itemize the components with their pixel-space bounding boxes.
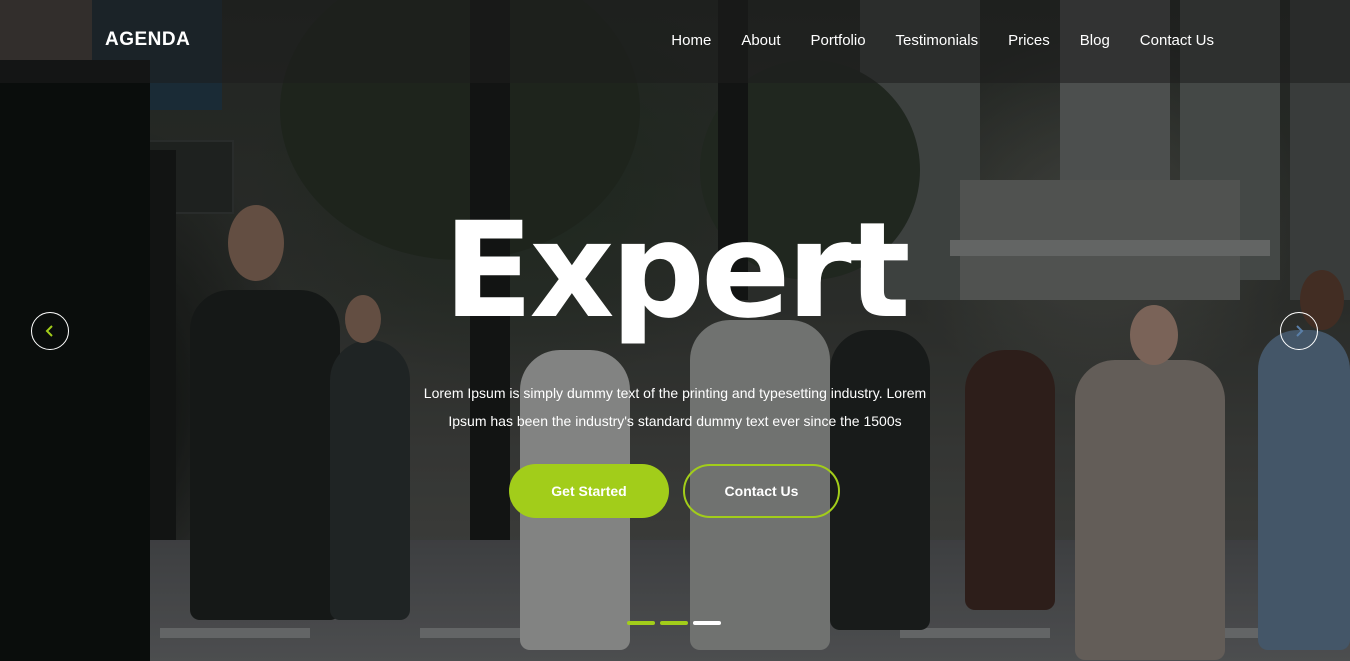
- chevron-left-icon: [45, 325, 53, 337]
- nav-item: Testimonials: [896, 32, 979, 50]
- brand-logo[interactable]: AGENDA: [105, 29, 190, 51]
- nav-link-portfolio[interactable]: Portfolio: [811, 32, 866, 49]
- nav-link-contact-us[interactable]: Contact Us: [1140, 32, 1214, 49]
- nav-link-about[interactable]: About: [741, 32, 780, 49]
- hero-headline: Expert: [443, 194, 911, 348]
- nav-link-home[interactable]: Home: [671, 32, 711, 49]
- get-started-button[interactable]: Get Started: [509, 464, 669, 518]
- hero-slider: AGENDA Home About Portfolio Testimonials Pri…: [0, 0, 1350, 661]
- carousel-prev-button[interactable]: [31, 312, 69, 350]
- nav-menu: Home About Portfolio Testimonials Prices Blog…: [671, 32, 1214, 50]
- carousel-indicators: [627, 621, 721, 625]
- carousel-indicator[interactable]: [660, 621, 688, 625]
- nav-item: About: [741, 32, 780, 50]
- carousel-indicator[interactable]: [693, 621, 721, 625]
- nav-item: Home: [671, 32, 711, 50]
- nav-item: Contact Us: [1140, 32, 1214, 50]
- nav-item: Blog: [1080, 32, 1110, 50]
- nav-link-blog[interactable]: Blog: [1080, 32, 1110, 49]
- hero-tagline: Lorem Ipsum is simply dummy text of the …: [423, 385, 927, 429]
- carousel-next-button[interactable]: [1280, 312, 1318, 350]
- carousel-indicator[interactable]: [627, 621, 655, 625]
- nav-link-prices[interactable]: Prices: [1008, 32, 1050, 49]
- navbar: AGENDA Home About Portfolio Testimonials Pri…: [0, 0, 1350, 83]
- nav-item: Portfolio: [811, 32, 866, 50]
- chevron-right-icon: [1296, 325, 1304, 337]
- contact-us-button[interactable]: Contact Us: [683, 464, 840, 518]
- nav-link-testimonials[interactable]: Testimonials: [896, 32, 979, 49]
- nav-item: Prices: [1008, 32, 1050, 50]
